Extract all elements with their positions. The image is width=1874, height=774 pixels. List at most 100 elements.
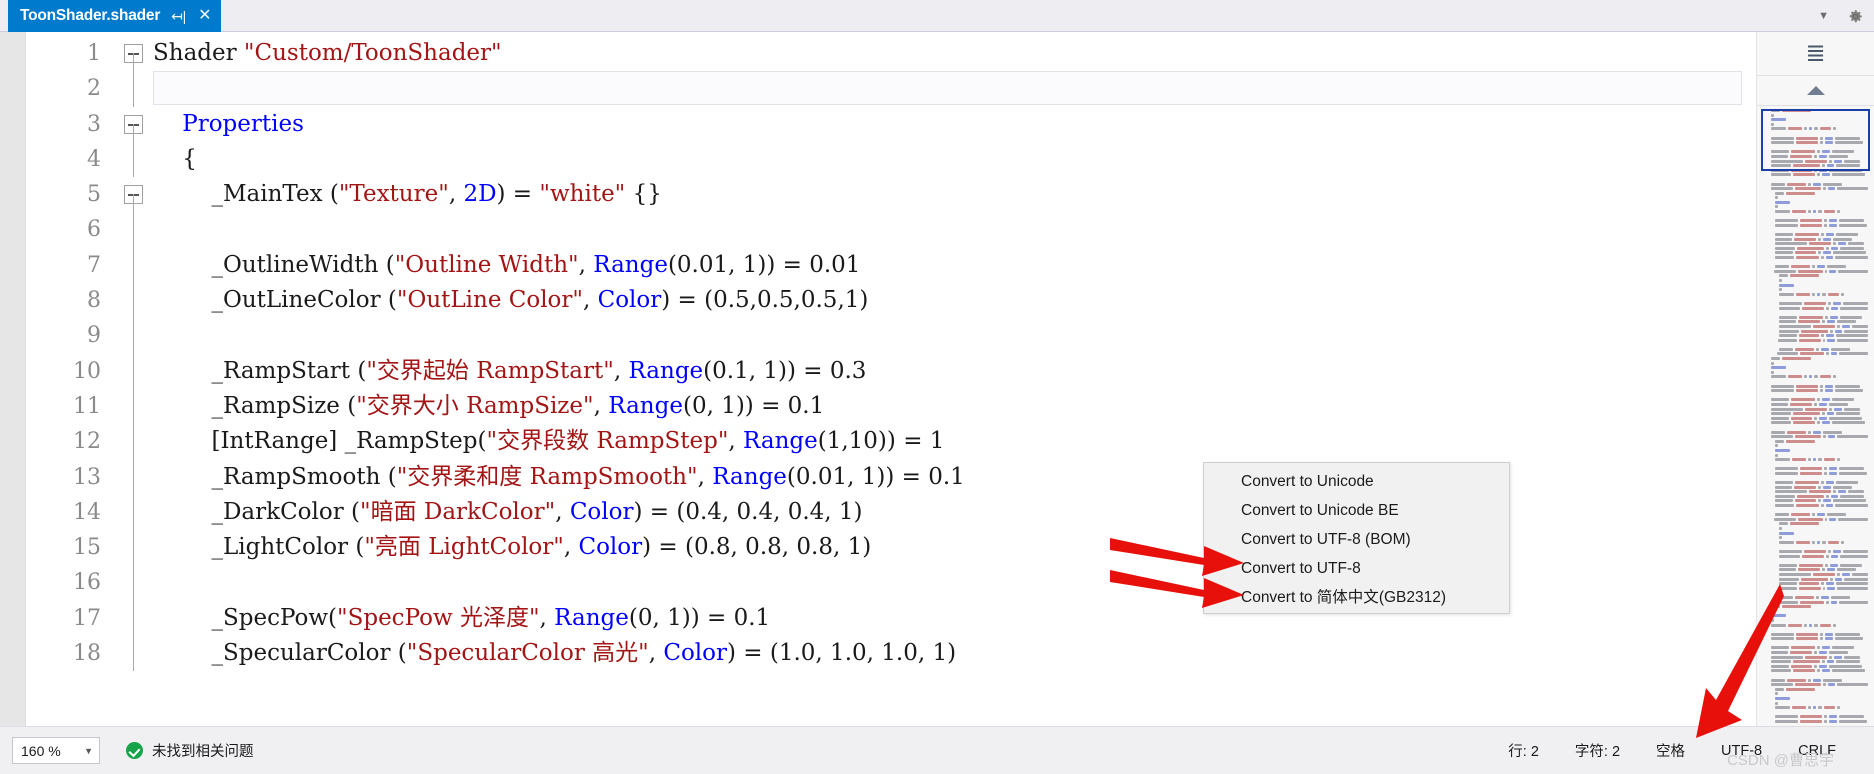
context-menu-item-label: Convert to Unicode — [1241, 473, 1374, 490]
token-plain: _OutLineColor ( — [153, 287, 397, 314]
context-menu-item-3[interactable]: Convert to UTF-8 — [1204, 554, 1509, 583]
minimap-row — [1765, 118, 1868, 122]
minimap-row — [1765, 398, 1868, 402]
minimap-row — [1765, 458, 1868, 462]
context-menu-item-0[interactable]: Convert to Unicode — [1204, 467, 1509, 496]
status-eol[interactable]: CRLF — [1798, 743, 1836, 759]
minimap-row — [1765, 674, 1868, 677]
status-bar-right: 行: 2 字符: 2 空格 UTF-8 CRLF — [1508, 740, 1874, 761]
fold-gutter[interactable] — [117, 424, 151, 460]
fold-gutter[interactable] — [117, 600, 151, 637]
minimap-row — [1765, 347, 1868, 351]
code-line[interactable]: 12 [IntRange] _RampStep("交界段数 RampStep",… — [27, 424, 1756, 460]
fold-gutter[interactable] — [117, 494, 151, 531]
code-scroll-region[interactable]: 1 Shader "Custom/ToonShader" 2 {3 Properti… — [27, 32, 1756, 726]
fold-guide-line — [133, 247, 134, 284]
minimap-row — [1765, 191, 1868, 195]
status-encoding[interactable]: UTF-8 — [1721, 743, 1762, 759]
token-plain: ) = (0.8, 0.8, 0.8, 1) — [642, 534, 872, 561]
minimap-row — [1765, 256, 1868, 259]
problems-status[interactable]: 未找到相关问题 — [126, 740, 254, 761]
line-number: 1 — [87, 41, 101, 66]
fold-gutter[interactable] — [117, 107, 151, 143]
token-plain: , — [648, 640, 664, 667]
fold-guide-line — [133, 636, 134, 672]
status-line[interactable]: 行: 2 — [1508, 740, 1539, 761]
token-string: "Texture" — [338, 181, 449, 208]
code-line[interactable]: 8 _OutLineColor ("OutLine Color", Color)… — [27, 283, 1756, 319]
close-icon[interactable]: ✕ — [197, 8, 212, 24]
pin-icon[interactable]: ↤| — [170, 9, 187, 23]
gear-icon[interactable] — [1847, 8, 1864, 25]
minimap-row — [1765, 522, 1868, 526]
minimap-row — [1765, 426, 1868, 429]
editor-left-strip — [0, 32, 26, 726]
fold-gutter[interactable] — [117, 283, 151, 319]
scroll-up-arrow-icon[interactable] — [1757, 76, 1874, 106]
minimap-row — [1765, 251, 1868, 255]
fold-gutter[interactable] — [117, 318, 151, 354]
minimap[interactable] — [1757, 107, 1874, 726]
minimap-row — [1765, 540, 1868, 544]
context-menu-item-1[interactable]: Convert to Unicode BE — [1204, 496, 1509, 525]
code-line[interactable]: 3 Properties — [27, 107, 1756, 143]
code-line[interactable]: 11 _RampSize ("交界大小 RampSize", Range(0, … — [27, 388, 1756, 425]
line-number: 3 — [87, 111, 101, 137]
minimap-row — [1765, 664, 1868, 668]
code-line[interactable]: 7 _OutlineWidth ("Outline Width", Range(… — [27, 247, 1756, 284]
context-menu-item-2[interactable]: Convert to UTF-8 (BOM) — [1204, 525, 1509, 554]
code-line-text: Shader "Custom/ToonShader" — [151, 36, 1756, 71]
minimap-row — [1765, 467, 1868, 471]
encoding-convert-context-menu[interactable]: Convert to Unicode Convert to Unicode BE C… — [1203, 462, 1510, 614]
code-line[interactable]: 9 — [27, 318, 1756, 354]
code-line[interactable]: 4 { — [27, 141, 1756, 178]
code-line[interactable]: 5 _MainTex ("Texture", 2D) = "white" {} — [27, 177, 1756, 214]
line-number: 12 — [73, 429, 101, 455]
code-line[interactable]: 10 _RampStart ("交界起始 RampStart", Range(0… — [27, 353, 1756, 389]
fold-gutter[interactable] — [117, 565, 151, 601]
code-line-text: _LightColor ("亮面 LightColor", Color) = (… — [151, 530, 1756, 565]
code-line[interactable]: 1 Shader "Custom/ToonShader" — [27, 36, 1756, 72]
line-number: 13 — [73, 464, 101, 490]
minimap-row — [1765, 173, 1868, 177]
token-keyword: Range — [628, 357, 704, 384]
status-chars[interactable]: 字符: 2 — [1575, 740, 1620, 761]
zoom-level-dropdown[interactable]: 160 % ▼ — [12, 737, 100, 764]
token-plain: ) = (1.0, 1.0, 1.0, 1) — [727, 640, 957, 667]
tab-toonshader-shader[interactable]: ToonShader.shader ↤| ✕ — [8, 0, 222, 32]
code-line[interactable]: 18 _SpecularColor ("SpecularColor 高光", C… — [27, 636, 1756, 672]
fold-gutter[interactable] — [117, 212, 151, 248]
context-menu-item-4[interactable]: Convert to 简体中文(GB2312) — [1204, 583, 1509, 612]
fold-gutter[interactable] — [117, 459, 151, 495]
fold-guide-line — [133, 494, 134, 531]
minimap-row — [1765, 178, 1868, 181]
code-line[interactable]: 2 { — [27, 71, 1756, 107]
token-keyword: Color — [578, 534, 643, 561]
code-line[interactable]: 6 — [27, 212, 1756, 248]
minimap-row — [1765, 655, 1868, 659]
zoom-level-label: 160 % — [21, 742, 61, 759]
minimap-row — [1765, 407, 1868, 411]
fold-gutter[interactable] — [117, 530, 151, 566]
token-plain: ) = — [496, 181, 540, 208]
split-editor-icon[interactable]: ≣ — [1757, 32, 1874, 76]
fold-gutter[interactable] — [117, 247, 151, 284]
token-plain: , — [563, 534, 579, 561]
fold-gutter[interactable] — [117, 36, 151, 72]
minimap-row — [1765, 389, 1868, 393]
chevron-down-icon[interactable]: ▼ — [1818, 10, 1829, 22]
minimap-row — [1765, 591, 1868, 594]
token-string: "white" — [539, 181, 626, 208]
line-number: 18 — [73, 641, 101, 667]
status-indent[interactable]: 空格 — [1656, 740, 1685, 761]
minimap-row — [1765, 554, 1868, 558]
fold-gutter[interactable] — [117, 141, 151, 178]
fold-gutter[interactable] — [117, 71, 151, 107]
fold-gutter[interactable] — [117, 636, 151, 672]
code-line-text: _RampStart ("交界起始 RampStart", Range(0.1,… — [151, 354, 1756, 389]
line-number: 14 — [73, 499, 101, 525]
fold-gutter[interactable] — [117, 388, 151, 425]
fold-gutter[interactable] — [117, 353, 151, 389]
fold-guide-line — [133, 353, 134, 389]
fold-gutter[interactable] — [117, 177, 151, 214]
